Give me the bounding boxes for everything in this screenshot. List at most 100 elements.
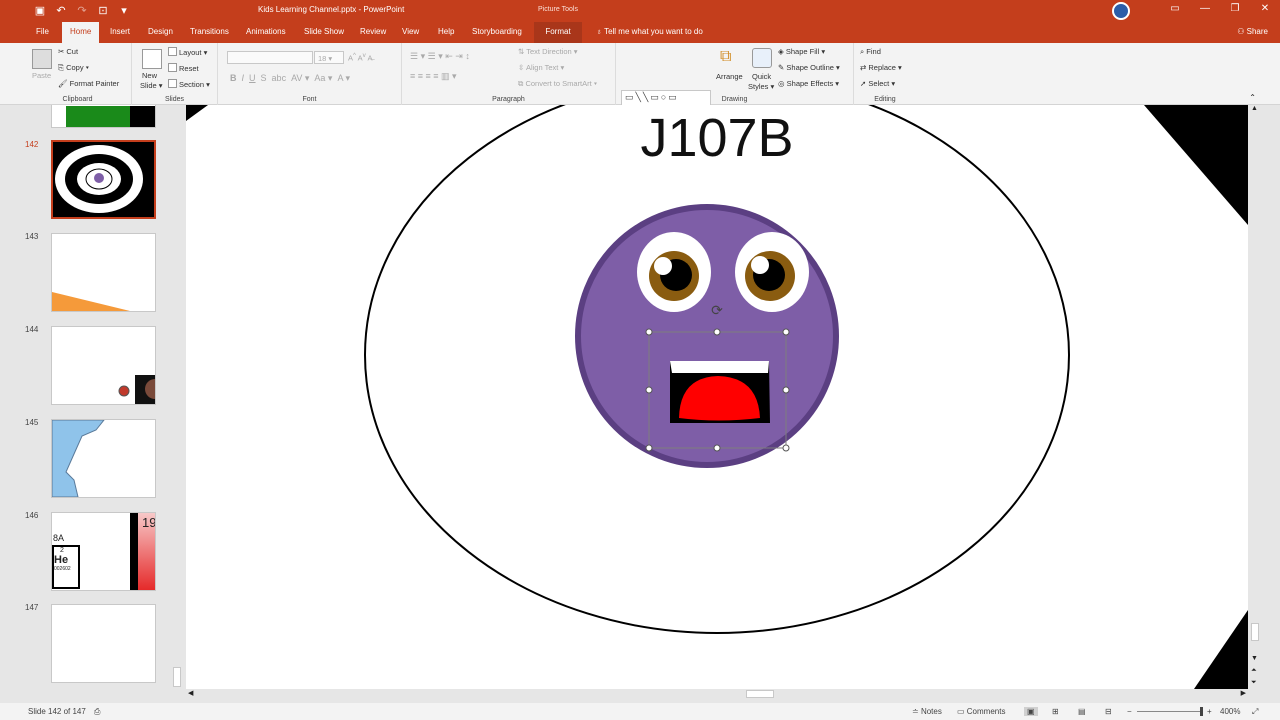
thumbnails-scrollbar[interactable] [172,105,182,695]
thumbnails-scroll-thumb[interactable] [173,667,181,687]
vertical-scroll-thumb[interactable] [1251,623,1259,641]
account-avatar[interactable] [1112,2,1130,20]
comments-button[interactable]: ▭ Comments [957,707,1005,716]
tab-format[interactable]: Format [534,22,582,43]
notes-button[interactable]: ≐ Notes [912,707,942,716]
select-button[interactable]: ➚ Select ▾ [860,79,895,88]
scroll-right-icon[interactable]: ▶ [1241,689,1246,697]
alignment-buttons[interactable]: ≡ ≡ ≡ ≡ ▥ ▾ [410,71,457,82]
tab-view[interactable]: View [402,27,419,36]
scroll-up-icon[interactable]: ▲ [1251,105,1258,112]
comments-icon: ▭ [957,707,967,716]
paint-bucket-icon: ◈ [778,47,784,56]
zoom-slider-knob[interactable] [1200,707,1203,716]
slide-canvas[interactable]: ⟳ J107B [186,105,1248,689]
previous-slide-icon[interactable]: ⏶ [1251,667,1257,675]
shape-fill-button[interactable]: ◈ Shape Fill ▾ [778,47,825,56]
convert-smartart-button[interactable]: ⧉ Convert to SmartArt ▾ [518,79,597,89]
vertical-scrollbar[interactable]: ▲ ▼ ⏶ ⏷ [1250,105,1260,689]
thumbnail-146[interactable]: 8A 2 He 002602 19 [51,512,156,591]
cut-button[interactable]: ✂ Cut [58,47,78,56]
spell-check-icon[interactable]: ⎙ [94,707,100,717]
font-format-buttons[interactable]: B I U S abc AV ▾ Aa ▾ A ▾ [230,73,350,84]
zoom-slider[interactable] [1137,711,1203,712]
layout-button[interactable]: Layout ▾ [168,47,207,57]
zoom-level[interactable]: 400% [1220,707,1240,716]
tab-file[interactable]: File [36,27,49,36]
undo-icon[interactable]: ↶ [55,4,67,17]
font-name-combo[interactable] [227,51,313,64]
thumbnail-142[interactable] [51,140,156,219]
shape-effects-button[interactable]: ◎ Shape Effects ▾ [778,79,839,88]
tab-review[interactable]: Review [360,27,386,36]
slideshow-view-icon[interactable]: ⊟ [1105,707,1112,716]
copy-button[interactable]: ⎘ Copy ▾ [58,63,89,73]
save-icon[interactable]: ▣ [34,4,46,17]
start-presentation-icon[interactable]: ⊡ [97,4,109,17]
scissors-icon: ✂ [58,47,65,56]
zoom-in-icon[interactable]: + [1207,707,1212,716]
format-painter-button[interactable]: 🖌 Format Painter [58,79,119,88]
shape-outline-button[interactable]: ✎ Shape Outline ▾ [778,63,840,72]
grow-shrink-font-buttons[interactable]: A^ Av A̶ [348,52,372,63]
share-button[interactable]: ⚇ Share [1237,27,1268,36]
reset-button[interactable]: Reset [168,63,199,73]
next-slide-icon[interactable]: ⏷ [1251,679,1257,687]
collapse-ribbon-icon[interactable]: ⌃ [1249,93,1256,102]
slide-sorter-icon[interactable]: ⊞ [1052,707,1059,716]
new-slide-label[interactable]: Slide ▾ [140,81,163,90]
tab-home[interactable]: Home [62,22,100,43]
left-eye-highlight [654,257,672,275]
thumbnail-143[interactable] [51,233,156,312]
font-size-combo[interactable]: 18 ▾ [314,51,344,64]
editing-label: Editing [874,96,896,103]
tab-storyboarding[interactable]: Storyboarding [472,27,522,36]
zoom-out-icon[interactable]: − [1127,707,1132,716]
arrange-button[interactable]: Arrange [716,72,743,81]
arrange-icon[interactable]: ⧉ [720,48,740,68]
find-button[interactable]: ⌕ Find [860,47,881,57]
paste-button[interactable]: Paste [32,71,51,80]
redo-icon[interactable]: ↷ [76,4,88,17]
paste-icon[interactable] [32,49,52,69]
horizontal-scroll-thumb[interactable] [746,690,774,698]
align-text-button[interactable]: ⇳ Align Text ▾ [518,63,564,72]
reading-view-icon[interactable]: ▤ [1078,707,1086,716]
scroll-down-icon[interactable]: ▼ [1251,655,1258,662]
quick-styles-icon[interactable] [752,48,772,68]
tell-me-search[interactable]: ♁ Tell me what you want to do [596,27,703,36]
tab-help[interactable]: Help [438,27,454,36]
restore-icon[interactable]: ❐ [1220,0,1250,20]
tab-animations[interactable]: Animations [246,27,286,36]
quick-styles-button[interactable]: Quick [752,72,771,81]
tab-design[interactable]: Design [148,27,173,36]
thumbnail-141[interactable] [51,105,156,128]
tab-transitions[interactable]: Transitions [190,27,229,36]
fit-slide-icon[interactable]: ⤢ [1252,707,1258,717]
thumbnail-144[interactable] [51,326,156,405]
element-tile: 2 He 002602 [52,545,80,589]
list-buttons[interactable]: ☰ ▾ ☰ ▾ ⇤ ⇥ ↕ [410,51,470,62]
new-slide-icon[interactable] [142,49,162,69]
thumbnail-146-group: 8A [53,533,65,543]
section-button[interactable]: Section ▾ [168,79,210,89]
quick-styles-label[interactable]: Styles ▾ [748,82,774,91]
thumbnail-147[interactable] [51,604,156,683]
person-icon: ⚇ [1237,27,1247,36]
customize-qat-icon[interactable]: ▾ [118,4,130,17]
new-slide-button[interactable]: New [142,71,157,80]
tab-slide-show[interactable]: Slide Show [304,27,344,36]
thumbnail-145[interactable] [51,419,156,498]
tab-insert[interactable]: Insert [110,27,130,36]
replace-button[interactable]: ⇄ Replace ▾ [860,63,902,72]
close-icon[interactable]: ✕ [1250,0,1280,20]
slide-title[interactable]: J107B [186,107,1248,169]
normal-view-icon[interactable]: ▣ [1024,707,1038,716]
slide-indicator: Slide 142 of 147 [28,707,86,716]
status-bar: Slide 142 of 147 ⎙ ≐ Notes ▭ Comments ▣ … [0,703,1280,720]
minimize-icon[interactable]: — [1190,0,1220,20]
scroll-left-icon[interactable]: ◀ [188,689,193,697]
ribbon-display-icon[interactable]: ▭ [1160,0,1190,20]
text-direction-button[interactable]: ⇅ Text Direction ▾ [518,47,578,56]
horizontal-scrollbar[interactable]: ◀ ▶ [186,689,1248,699]
